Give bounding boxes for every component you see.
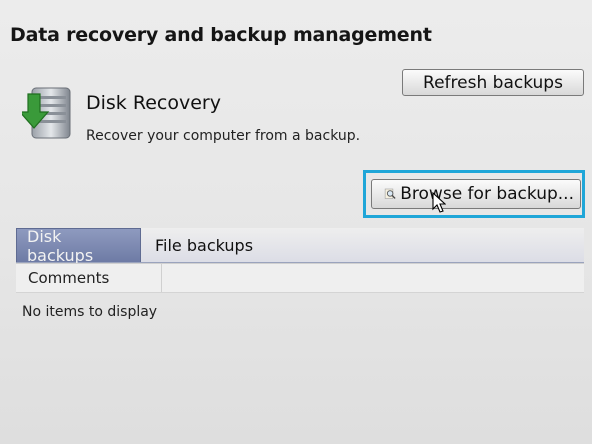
refresh-backups-button[interactable]: Refresh backups [402, 69, 584, 96]
backup-tabs: Disk backups File backups [16, 227, 584, 265]
browse-for-backup-button[interactable]: Browse for backup... [371, 179, 581, 209]
tab-disk-backups[interactable]: Disk backups [16, 227, 141, 265]
table-header: Comments [16, 263, 584, 293]
disk-recovery-icon [22, 87, 71, 139]
tab-file-backups[interactable]: File backups [145, 228, 263, 262]
magnifier-icon [384, 188, 396, 199]
disk-recovery-description: Recover your computer from a backup. [86, 128, 361, 144]
page-title: Data recovery and backup management [10, 24, 432, 46]
empty-list-message: No items to display [22, 304, 158, 320]
column-header-comments[interactable]: Comments [16, 264, 162, 292]
mouse-cursor-icon [432, 192, 446, 213]
browse-for-backup-label: Browse for backup... [400, 184, 574, 204]
disk-recovery-title: Disk Recovery [86, 92, 221, 114]
